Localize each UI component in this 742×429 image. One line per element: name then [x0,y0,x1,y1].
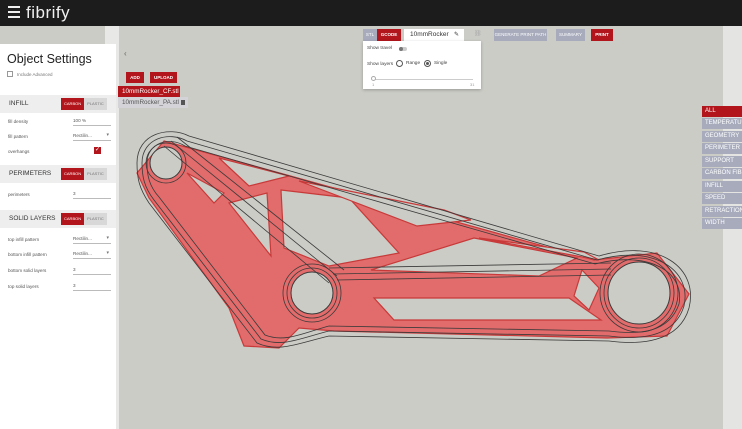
section-label: SOLID LAYERS [9,215,56,222]
section-label: PERIMETERS [9,170,52,177]
fill-pattern-select[interactable]: Rectilin... [73,131,111,141]
setting-label: overhangs [8,149,30,154]
carbon-toggle-button[interactable]: CARBON [61,213,85,225]
top-solid-layers-input[interactable]: 3 [73,281,111,291]
setting-label: perimeters [8,192,30,197]
range-label: Range [406,61,421,66]
material-toggle[interactable]: CARBON PLASTIC [61,98,107,110]
edit-pencil-icon[interactable]: ✎ [454,29,459,41]
link-icon[interactable]: ⛓ [474,30,482,37]
toggle-knob-icon [399,47,403,51]
setting-row: bottom infill pattern Rectilin... [8,249,111,261]
panel-title: Object Settings [7,52,92,66]
setting-label: top solid layers [8,284,39,289]
material-toggle[interactable]: CARBON PLASTIC [61,168,107,180]
setting-row: top infill pattern Rectilin... [8,234,111,246]
add-button[interactable]: ADD [126,72,144,83]
section-perimeters: PERIMETERS CARBON PLASTIC [0,165,116,183]
filter-width[interactable]: WIDTH [702,218,742,229]
bottom-infill-pattern-select[interactable]: Rectilin... [73,249,111,259]
setting-row: overhangs ✓ [8,146,108,158]
setting-row: top solid layers 3 [8,281,111,293]
trash-icon[interactable] [181,100,185,105]
summary-button[interactable]: SUMMARY [556,29,585,41]
single-label: Single [434,61,448,66]
fill-density-input[interactable]: 100 % [73,116,111,126]
hamburger-menu-icon[interactable] [8,6,20,18]
setting-label: bottom solid layers [8,268,47,273]
view-options-popup: Show travel Show layers Range Single 1 3… [363,41,481,89]
bottom-solid-layers-input[interactable]: 3 [73,265,111,275]
setting-row: fill pattern Rectilin... [8,131,111,143]
filter-temperature[interactable]: TEMPERATURE [702,118,742,129]
range-radio[interactable] [396,60,403,67]
setting-label: top infill pattern [8,237,40,242]
filter-retraction[interactable]: RETRACTION [702,206,742,217]
section-infill: INFILL CARBON PLASTIC [0,95,116,113]
filter-support[interactable]: SUPPORT [702,156,742,167]
file-name: 10mmRocker_PA.stl [122,99,179,106]
object-name-field[interactable]: 10mmRocker ✎ [404,29,464,41]
filter-perimeter[interactable]: PERIMETER [702,143,742,154]
plastic-toggle-button[interactable]: PLASTIC [84,98,107,110]
include-advanced-label: Include Advanced [17,71,53,77]
slider-min-label: 1 [372,82,375,87]
overhangs-checkbox[interactable]: ✓ [94,147,101,154]
setting-row: bottom solid layers 3 [8,265,111,277]
top-bar: fibrify [0,0,742,26]
setting-label: bottom infill pattern [8,252,47,257]
plastic-toggle-button[interactable]: PLASTIC [84,168,107,180]
app-logo: fibrify [26,3,71,22]
top-infill-pattern-select[interactable]: Rectilin... [73,234,111,244]
generate-print-path-button[interactable]: GENERATE PRINT PATH [494,29,547,41]
setting-row: fill density 100 % [8,116,111,128]
filter-infill[interactable]: INFILL [702,181,742,192]
setting-label: fill pattern [8,134,28,139]
filter-geometry[interactable]: GEOMETRY [702,131,742,142]
show-travel-label: Show travel [367,46,393,51]
filter-speed[interactable]: SPEED [702,193,742,204]
include-advanced-toggle[interactable]: Include Advanced [7,71,53,77]
file-item[interactable]: 10mmRocker_PA.stl [118,97,188,108]
object-settings-panel: Object Settings Include Advanced INFILL … [0,44,116,429]
file-item[interactable]: 10mmRocker_CF.stl [118,86,180,97]
material-toggle[interactable]: CARBON PLASTIC [61,213,107,225]
gcode-toggle-button[interactable]: GCODE [377,29,401,41]
filter-all[interactable]: ALL [702,106,742,117]
checkbox-icon[interactable] [7,71,13,77]
setting-row: perimeters 3 [8,189,111,201]
filter-carbon-fiber[interactable]: CARBON FIBER [702,168,742,179]
single-radio[interactable] [424,60,431,67]
layer-slider-track[interactable] [373,79,473,80]
slider-max-label: 31 [470,82,475,87]
setting-label: fill density [8,119,29,124]
print-button[interactable]: PRINT [591,29,613,41]
object-name: 10mmRocker [410,31,449,38]
carbon-toggle-button[interactable]: CARBON [61,168,85,180]
section-solid-layers: SOLID LAYERS CARBON PLASTIC [0,210,116,228]
upload-button[interactable]: UPLOAD [150,72,177,83]
carbon-toggle-button[interactable]: CARBON [61,98,85,110]
show-layers-label: Show layers [367,62,394,67]
plastic-toggle-button[interactable]: PLASTIC [84,213,107,225]
stl-toggle-button[interactable]: STL [363,29,377,41]
layer-slider-thumb[interactable] [371,76,376,81]
radio-dot-icon [426,62,429,65]
section-label: INFILL [9,100,29,107]
collapse-chevron-icon[interactable]: ‹ [124,49,127,58]
perimeters-input[interactable]: 3 [73,189,111,199]
show-travel-toggle[interactable] [399,47,407,51]
